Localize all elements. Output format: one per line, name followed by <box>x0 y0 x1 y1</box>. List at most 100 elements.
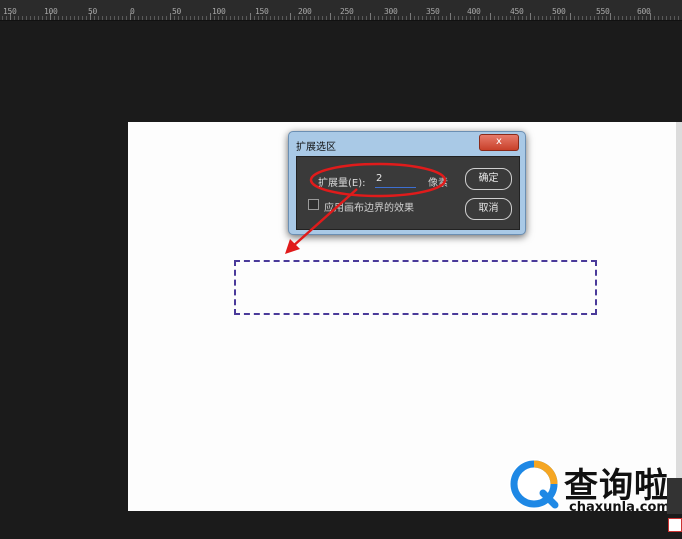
ruler-tick <box>610 13 611 20</box>
ruler-tick <box>330 13 331 20</box>
ruler-tick <box>86 16 87 20</box>
ruler-tick <box>478 16 479 20</box>
ruler-tick <box>626 16 627 20</box>
ruler-tick <box>222 16 223 20</box>
ruler-tick <box>490 13 491 20</box>
ruler-tick <box>350 16 351 20</box>
ruler-tick <box>178 16 179 20</box>
ruler-tick <box>254 16 255 20</box>
ruler-tick <box>450 13 451 20</box>
ruler-tick <box>214 16 215 20</box>
ruler-tick <box>118 16 119 20</box>
ruler-tick <box>386 16 387 20</box>
ruler-tick <box>662 16 663 20</box>
ruler-tick <box>190 16 191 20</box>
ruler-tick <box>398 16 399 20</box>
ruler-tick <box>434 16 435 20</box>
ruler-tick <box>642 16 643 20</box>
watermark-logo-icon <box>509 459 559 509</box>
ruler-tick <box>230 16 231 20</box>
ruler-tick <box>498 16 499 20</box>
marquee-selection[interactable] <box>234 260 597 315</box>
cancel-button[interactable]: 取消 <box>465 198 512 220</box>
ok-button[interactable]: 确定 <box>465 168 512 190</box>
ruler-tick <box>566 16 567 20</box>
side-panel-tab[interactable] <box>667 478 682 514</box>
ruler-label: 150 <box>255 7 269 16</box>
ruler-tick <box>550 16 551 20</box>
ruler-tick <box>358 16 359 20</box>
ruler-tick <box>302 16 303 20</box>
apply-canvas-label[interactable]: 应用画布边界的效果 <box>324 199 414 214</box>
ruler-tick <box>530 13 531 20</box>
ruler-tick <box>270 16 271 20</box>
ruler-tick <box>654 16 655 20</box>
ruler-tick <box>114 16 115 20</box>
ruler-tick <box>322 16 323 20</box>
ruler-tick <box>634 16 635 20</box>
ruler-tick <box>582 16 583 20</box>
ruler-tick <box>558 16 559 20</box>
ruler-tick <box>294 16 295 20</box>
ruler-tick <box>670 16 671 20</box>
ruler-tick <box>510 16 511 20</box>
ruler-tick <box>374 16 375 20</box>
ruler-tick <box>542 16 543 20</box>
ruler-tick <box>226 16 227 20</box>
panel-icon[interactable] <box>668 518 682 532</box>
close-button[interactable]: x <box>479 134 519 151</box>
ruler-tick <box>266 16 267 20</box>
ruler-tick <box>622 16 623 20</box>
canvas-edge-strip <box>676 122 682 511</box>
expand-amount-label: 扩展量(E): <box>318 178 366 189</box>
ruler-tick <box>210 13 211 20</box>
ruler-label: 0 <box>130 7 135 16</box>
ruler-tick <box>378 16 379 20</box>
ruler-tick <box>194 16 195 20</box>
ruler-tick <box>290 13 291 20</box>
ruler-tick <box>506 16 507 20</box>
ruler-tick <box>262 16 263 20</box>
ruler-tick <box>106 16 107 20</box>
ruler-tick <box>70 16 71 20</box>
ruler-tick <box>638 16 639 20</box>
ruler-tick <box>394 16 395 20</box>
ruler-tick <box>42 16 43 20</box>
ruler-tick <box>122 16 123 20</box>
ruler-tick <box>666 16 667 20</box>
ruler-tick <box>406 16 407 20</box>
ruler-tick <box>390 16 391 20</box>
ruler-tick <box>282 16 283 20</box>
ruler-tick <box>314 16 315 20</box>
expand-amount-input[interactable]: 2 <box>375 171 416 188</box>
ruler-tick <box>470 16 471 20</box>
ruler-tick <box>110 16 111 20</box>
ruler-tick <box>82 16 83 20</box>
ruler-tick <box>678 16 679 20</box>
ruler-label: 100 <box>44 7 58 16</box>
ruler-tick <box>2 16 3 20</box>
horizontal-ruler: 150 100 50 0 50 100 150 200 250 300 350 400 450 500 55… <box>0 0 682 21</box>
ruler-tick <box>62 16 63 20</box>
ruler-tick <box>514 16 515 20</box>
ruler-tick <box>538 16 539 20</box>
ruler-tick <box>94 16 95 20</box>
ruler-tick <box>578 16 579 20</box>
ruler-tick <box>598 16 599 20</box>
ruler-tick <box>658 16 659 20</box>
ruler-tick <box>486 16 487 20</box>
ruler-tick <box>38 16 39 20</box>
ruler-label: 550 <box>596 7 610 16</box>
ruler-tick <box>206 16 207 20</box>
ruler-tick <box>338 16 339 20</box>
ruler-tick <box>306 16 307 20</box>
dialog-body: 扩展量(E): 2 像素 应用画布边界的效果 确定 取消 <box>296 156 520 230</box>
apply-canvas-checkbox[interactable] <box>308 199 319 210</box>
ruler-tick <box>198 16 199 20</box>
ruler-tick <box>454 16 455 20</box>
ruler-tick <box>238 16 239 20</box>
ruler-tick <box>326 16 327 20</box>
ruler-tick <box>522 16 523 20</box>
ruler-tick <box>442 16 443 20</box>
ruler-tick <box>462 16 463 20</box>
